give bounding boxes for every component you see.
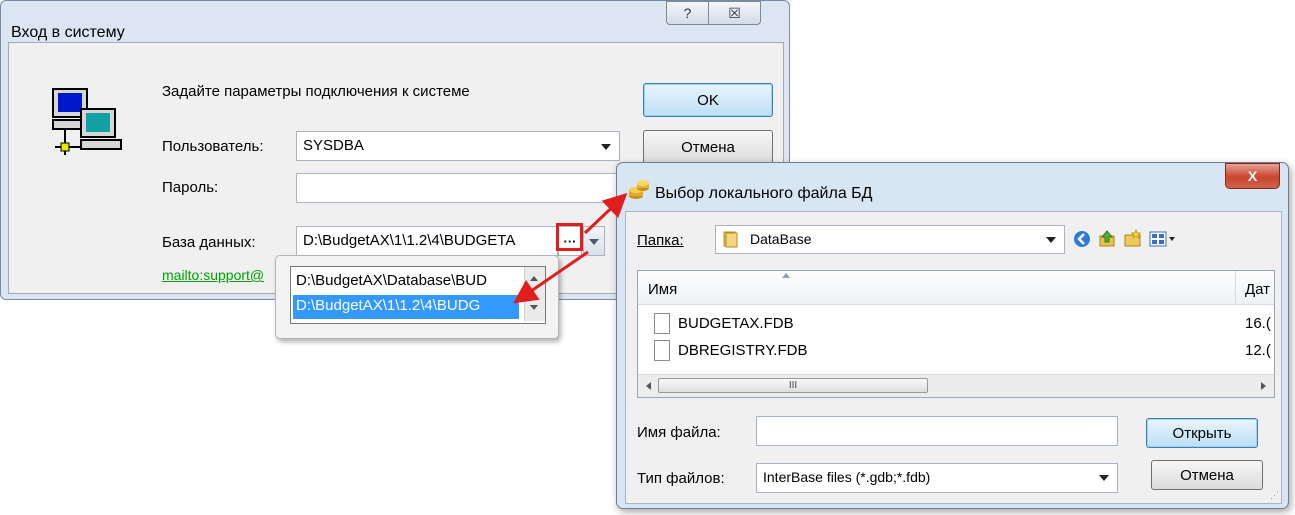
help-icon: ? — [683, 5, 692, 21]
column-name-header[interactable]: Имя — [648, 281, 677, 298]
file-cancel-button[interactable]: Отмена — [1151, 460, 1263, 490]
close-icon: ☒ — [728, 4, 741, 21]
filetype-value: InterBase files (*.gdb;*.fdb) — [763, 469, 931, 485]
table-row[interactable]: DBREGISTRY.FDB 12.( — [638, 339, 1274, 363]
filetype-label: Тип файлов: — [637, 470, 725, 487]
sort-ascending-icon — [782, 273, 790, 278]
chevron-down-icon[interactable] — [601, 144, 611, 150]
folder-icon — [722, 230, 740, 248]
folder-combobox[interactable]: DataBase — [715, 225, 1065, 254]
support-mailto-link[interactable]: mailto:support@ — [162, 267, 284, 283]
file-list[interactable]: Имя Дат BUDGETAX.FDB 16.( DBREGISTRY.FDB… — [637, 270, 1275, 398]
scroll-thumb[interactable]: III — [658, 378, 928, 393]
login-prompt: Задайте параметры подключения к системе — [162, 83, 470, 100]
file-dialog-window: Выбор локального файла БД X Папка: DataB… — [616, 162, 1289, 509]
db-label: База данных: — [162, 234, 256, 251]
user-combobox[interactable]: SYSDBA — [296, 131, 620, 161]
open-label: Открыть — [1172, 424, 1232, 442]
login-title: Вход в систему — [11, 24, 125, 41]
list-item-selected[interactable]: D:\BudgetAX\1\1.2\4\BUDG — [293, 295, 519, 319]
file-date: 12.( — [1245, 342, 1271, 359]
user-value: SYSDBA — [303, 137, 364, 154]
file-cancel-label: Отмена — [1180, 466, 1234, 484]
db-dropdown-list: D:\BudgetAX\Database\BUD D:\BudgetAX\1\1… — [275, 255, 559, 339]
back-icon[interactable] — [1073, 230, 1091, 248]
chevron-down-icon — [589, 239, 599, 245]
scroll-right-icon[interactable] — [1261, 382, 1266, 390]
file-icon — [654, 313, 670, 334]
login-cancel-label: Отмена — [681, 138, 735, 156]
ok-button[interactable]: OK — [643, 83, 773, 117]
login-cancel-button[interactable]: Отмена — [643, 130, 773, 164]
browse-highlight — [556, 223, 583, 251]
table-row[interactable]: BUDGETAX.FDB 16.( — [638, 312, 1274, 336]
file-date: 16.( — [1245, 315, 1271, 332]
scroll-up-icon[interactable] — [530, 276, 538, 281]
help-button[interactable]: ? — [666, 1, 709, 25]
database-icon — [629, 180, 649, 199]
filename-label: Имя файла: — [637, 424, 721, 441]
file-list-header: Имя Дат — [638, 271, 1274, 305]
file-dialog-client: Папка: DataBase Имя Дат BUDGETAX.FDB 16.… — [625, 211, 1282, 504]
computer-network-icon — [52, 88, 122, 155]
scroll-left-icon[interactable] — [646, 382, 651, 390]
file-name: DBREGISTRY.FDB — [678, 342, 808, 359]
file-name: BUDGETAX.FDB — [678, 315, 794, 332]
column-date-header[interactable]: Дат — [1245, 281, 1270, 298]
dropdown-scrollbar[interactable] — [524, 267, 545, 321]
folder-value: DataBase — [750, 231, 812, 247]
chevron-down-icon — [1046, 237, 1056, 243]
filetype-combobox[interactable]: InterBase files (*.gdb;*.fdb) — [756, 463, 1118, 493]
up-folder-icon[interactable] — [1098, 229, 1116, 247]
file-icon — [654, 340, 670, 361]
filename-field[interactable] — [756, 416, 1118, 446]
db-value: D:\BudgetAX\1\1.2\4\BUDGETA — [303, 232, 516, 249]
db-dropdown-inner: D:\BudgetAX\Database\BUD D:\BudgetAX\1\1… — [290, 266, 546, 324]
file-dialog-title: Выбор локального файла БД — [655, 185, 873, 202]
db-combobox[interactable]: D:\BudgetAX\1\1.2\4\BUDGETA — [296, 226, 558, 256]
new-folder-icon[interactable] — [1124, 229, 1142, 247]
login-close-button[interactable]: ☒ — [708, 1, 761, 25]
scroll-grip: III — [788, 380, 798, 391]
open-button[interactable]: Открыть — [1146, 418, 1258, 448]
file-dialog-close-button[interactable]: X — [1225, 163, 1280, 189]
chevron-down-icon — [1099, 475, 1109, 481]
resize-grip-icon[interactable]: ⋰ — [1270, 490, 1279, 501]
login-titlebar: Вход в систему ? ☒ — [1, 1, 789, 41]
password-field[interactable] — [296, 173, 620, 203]
password-label: Пароль: — [162, 179, 219, 196]
view-menu-icon[interactable] — [1149, 230, 1177, 248]
db-dropdown-button[interactable] — [583, 226, 605, 256]
ok-label: OK — [697, 91, 719, 109]
folder-label: Папка: — [637, 232, 684, 249]
file-list-hscrollbar[interactable]: III — [638, 374, 1274, 397]
close-icon: X — [1247, 168, 1258, 184]
scroll-down-icon[interactable] — [530, 305, 538, 310]
list-item[interactable]: D:\BudgetAX\Database\BUD — [293, 270, 519, 294]
user-label: Пользователь: — [162, 138, 264, 155]
column-divider[interactable] — [1235, 271, 1236, 304]
